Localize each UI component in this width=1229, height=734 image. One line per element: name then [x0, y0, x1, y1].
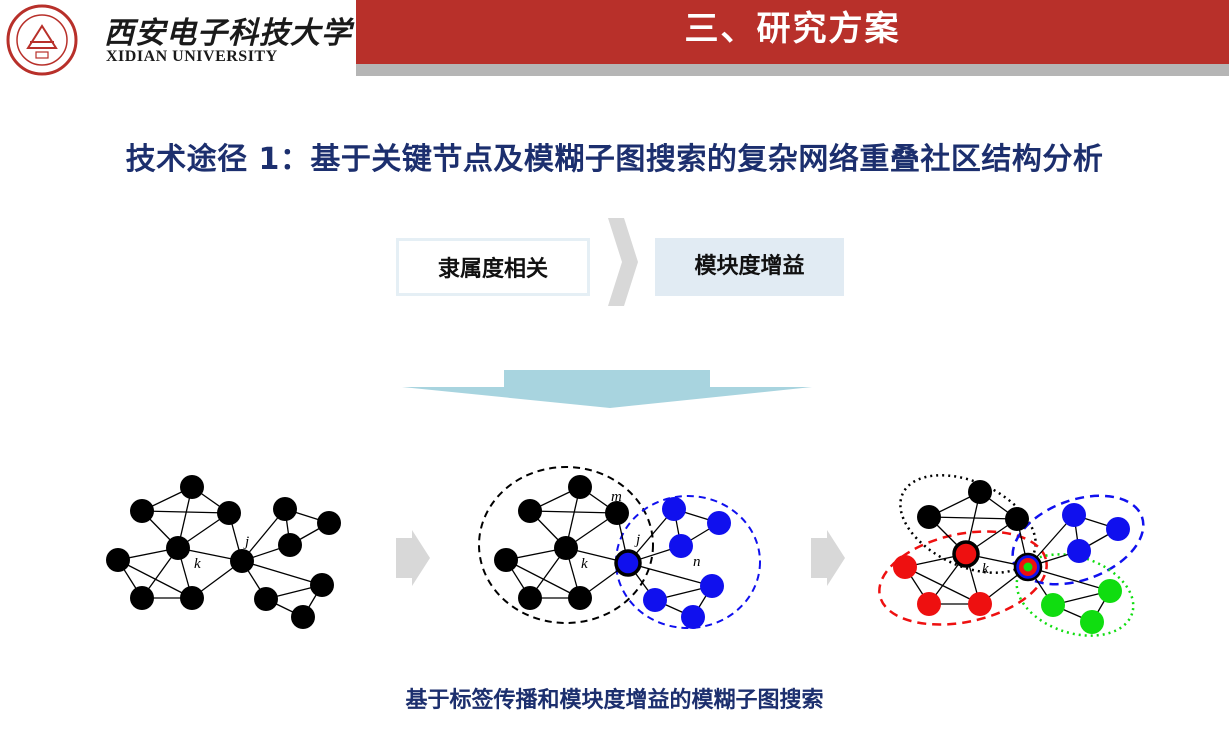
network-result-blue-nodes: [1062, 503, 1130, 563]
node-label-n: n: [693, 554, 701, 570]
overlapping-node-j: [1013, 552, 1043, 582]
node-label-k: k: [194, 556, 201, 572]
diagram-caption: 基于标签传播和模块度增益的模糊子图搜索: [405, 688, 824, 713]
arrow-right-icon: [396, 530, 430, 586]
arrow-down-icon: [402, 370, 812, 408]
node-label-j: j: [243, 534, 249, 550]
network-search-blue-nodes: [643, 497, 731, 629]
network-original-nodes: [106, 475, 341, 629]
node-label-k: k: [581, 556, 588, 572]
node-label-m: m: [611, 489, 622, 505]
network-diagram: k j m j k n k: [106, 218, 1145, 637]
node-label-k: k: [982, 561, 989, 577]
arrow-right-icon: [811, 530, 845, 586]
node-label-j: j: [634, 532, 640, 548]
key-node-j: [614, 549, 642, 577]
key-node-k: [952, 540, 980, 568]
network-result-green-nodes: [1041, 579, 1122, 634]
chevron-right-icon: [608, 218, 638, 306]
